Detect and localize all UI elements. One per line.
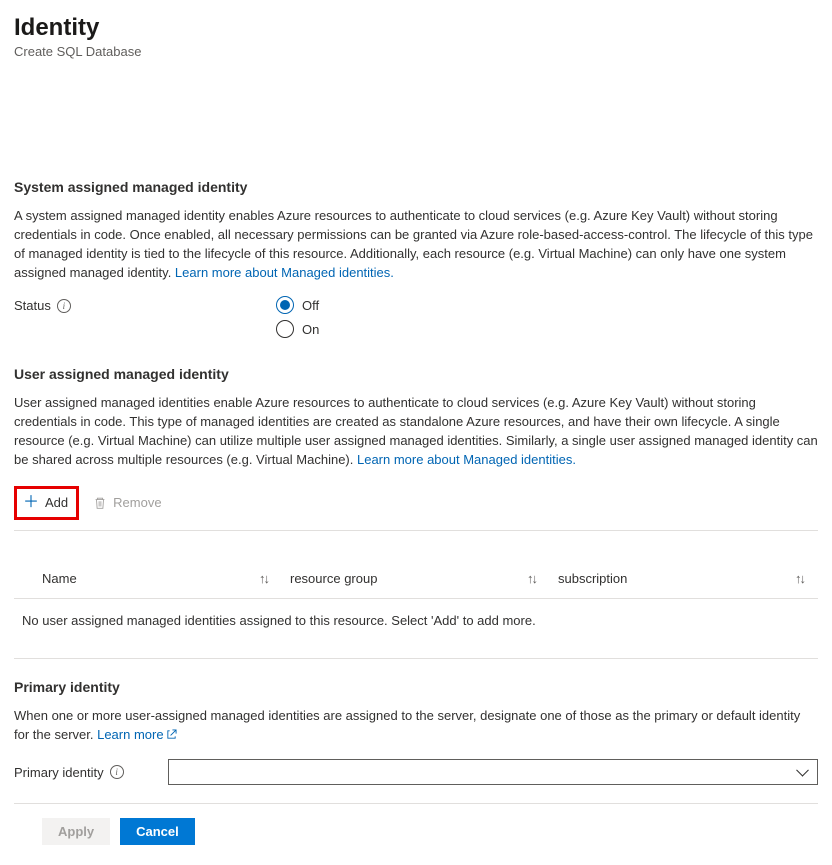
add-button[interactable]: ＋ Add	[14, 486, 79, 520]
apply-button: Apply	[42, 818, 110, 845]
divider	[14, 658, 818, 659]
system-identity-heading: System assigned managed identity	[14, 179, 818, 195]
user-identity-toolbar: ＋ Add Remove	[14, 484, 818, 531]
page-title: Identity	[14, 14, 818, 42]
column-header-resource-group[interactable]: resource group ↑↓	[290, 571, 542, 586]
remove-button: Remove	[83, 489, 171, 516]
status-radio-group: Off On	[276, 296, 319, 338]
sort-icon: ↑↓	[259, 571, 268, 586]
system-identity-description: A system assigned managed identity enabl…	[14, 207, 818, 282]
user-identity-heading: User assigned managed identity	[14, 366, 818, 382]
status-radio-on[interactable]: On	[276, 320, 319, 338]
user-identity-table: Name ↑↓ resource group ↑↓ subscription ↑…	[14, 563, 818, 642]
info-icon[interactable]: i	[110, 765, 124, 779]
status-radio-off[interactable]: Off	[276, 296, 319, 314]
primary-identity-learn-more-link[interactable]: Learn more	[97, 727, 176, 742]
primary-identity-heading: Primary identity	[14, 679, 818, 695]
info-icon[interactable]: i	[57, 299, 71, 313]
page-subtitle: Create SQL Database	[14, 44, 818, 59]
column-header-name[interactable]: Name ↑↓	[42, 571, 274, 586]
status-label: Status	[14, 298, 51, 313]
system-identity-learn-more-link[interactable]: Learn more about Managed identities.	[175, 265, 394, 280]
sort-icon: ↑↓	[527, 571, 536, 586]
radio-icon	[276, 296, 294, 314]
table-empty-row: No user assigned managed identities assi…	[14, 598, 818, 642]
primary-identity-description: When one or more user-assigned managed i…	[14, 707, 818, 746]
plus-icon: ＋	[23, 495, 39, 511]
column-header-subscription[interactable]: subscription ↑↓	[558, 571, 810, 586]
radio-icon	[276, 320, 294, 338]
primary-identity-select[interactable]	[168, 759, 818, 785]
user-identity-learn-more-link[interactable]: Learn more about Managed identities.	[357, 452, 576, 467]
cancel-button[interactable]: Cancel	[120, 818, 195, 845]
external-link-icon	[166, 727, 177, 746]
primary-identity-field-label: Primary identity	[14, 765, 104, 780]
trash-icon	[93, 496, 107, 510]
sort-icon: ↑↓	[795, 571, 804, 586]
user-identity-description: User assigned managed identities enable …	[14, 394, 818, 469]
